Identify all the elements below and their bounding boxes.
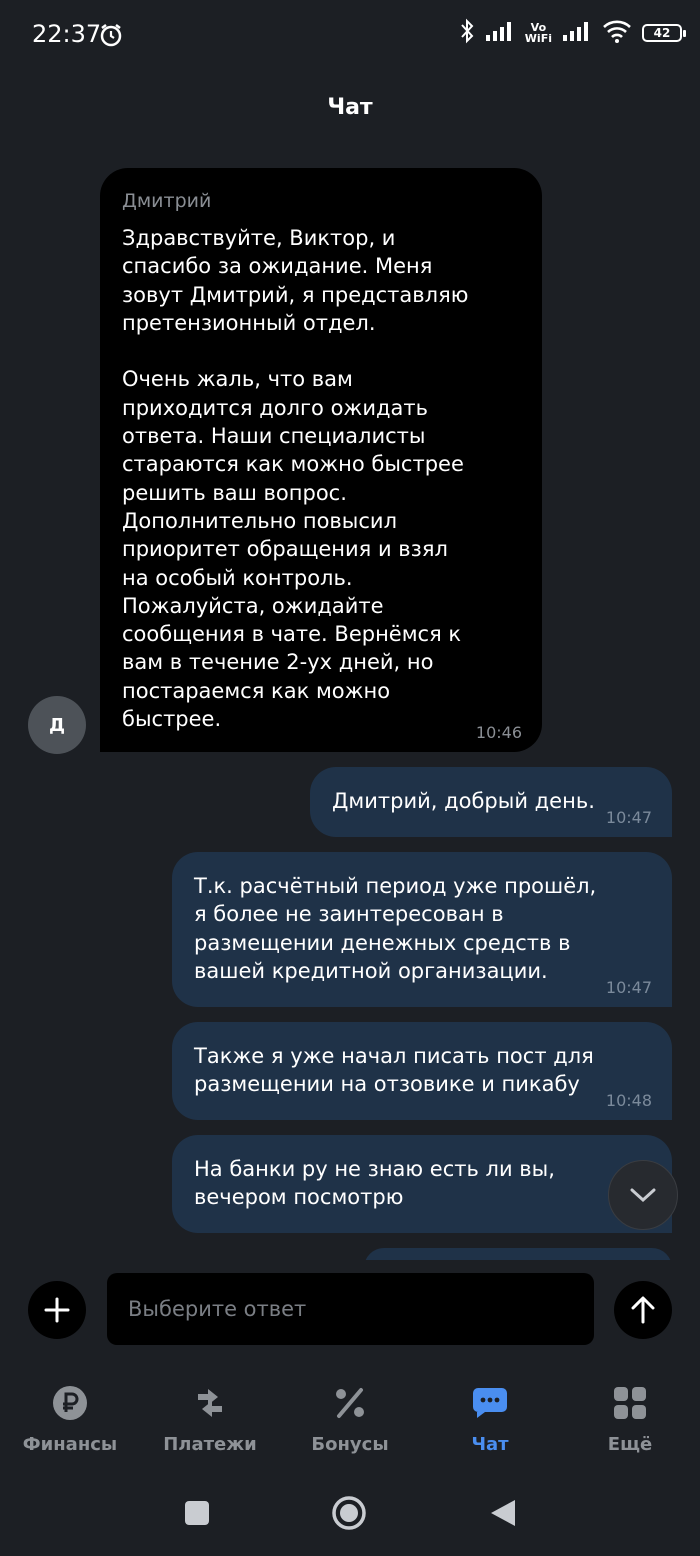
system-nav-bar <box>0 1480 700 1556</box>
battery-level: 42 <box>653 26 671 40</box>
message-text: Также я уже начал писать пост для размещ… <box>194 1044 594 1097</box>
plus-icon <box>44 1297 70 1323</box>
tab-bonuses[interactable]: Бонусы <box>280 1380 420 1470</box>
tab-label: Ещё <box>607 1434 653 1455</box>
scroll-down-button[interactable] <box>608 1160 678 1230</box>
signal-icon-2 <box>562 20 592 46</box>
chevron-down-icon <box>630 1188 656 1203</box>
avatar-letter: Д <box>48 714 66 736</box>
message-time: 10:48 <box>605 1091 652 1110</box>
tab-chat[interactable]: Чат <box>420 1380 560 1470</box>
send-button[interactable] <box>614 1281 672 1339</box>
arrow-up-icon <box>631 1296 655 1324</box>
bottom-tab-bar: Финансы Платежи Бонусы Чат Ещё <box>0 1380 700 1470</box>
tab-label: Чат <box>471 1434 509 1455</box>
outgoing-message: Также я уже начал писать пост для размещ… <box>172 1022 672 1120</box>
recents-button[interactable] <box>170 1480 224 1546</box>
vowifi-bottom: WiFi <box>524 32 552 45</box>
home-circle-icon <box>332 1496 366 1530</box>
message-text: На банки ру не знаю есть ли вы, вечером … <box>194 1157 555 1210</box>
avatar: Д <box>28 696 86 754</box>
square-icon <box>185 1501 209 1525</box>
home-button[interactable] <box>321 1480 377 1546</box>
message-text: Здравствуйте, Виктор, и спасибо за ожида… <box>122 226 469 732</box>
message-time: 10:47 <box>605 978 652 997</box>
outgoing-message: Т.к. расчётный период уже прошёл, я боле… <box>172 852 672 1007</box>
message-sender: Дмитрий <box>122 190 212 212</box>
message-text: Т.к. расчётный период уже прошёл, я боле… <box>194 874 597 983</box>
outgoing-message-partial <box>364 1248 672 1260</box>
battery-icon: 42 <box>642 24 686 42</box>
back-triangle-icon <box>491 1500 515 1526</box>
message-time: 10:47 <box>605 808 652 827</box>
tab-payments[interactable]: Платежи <box>140 1380 280 1470</box>
tab-label: Платежи <box>163 1434 257 1455</box>
page-title: Чат <box>327 95 373 120</box>
status-time: 22:37 <box>32 20 102 48</box>
message-text: Дмитрий, добрый день. <box>332 789 595 813</box>
outgoing-message: Дмитрий, добрый день. 10:47 <box>310 767 672 837</box>
wifi-icon <box>602 19 632 47</box>
grid-icon <box>613 1380 647 1426</box>
add-button[interactable] <box>28 1281 86 1339</box>
ruble-icon <box>52 1380 88 1426</box>
incoming-message: Дмитрий Здравствуйте, Виктор, и спасибо … <box>100 168 542 752</box>
message-composer <box>0 1262 700 1358</box>
tab-more[interactable]: Ещё <box>560 1380 700 1470</box>
tab-label: Финансы <box>22 1434 118 1455</box>
outgoing-message: На банки ру не знаю есть ли вы, вечером … <box>172 1135 672 1233</box>
status-bar: 22:37 Vo WiFi 42 <box>0 0 700 70</box>
percent-icon <box>333 1380 367 1426</box>
reply-input[interactable] <box>107 1273 594 1345</box>
bluetooth-icon <box>459 18 475 48</box>
signal-icon <box>485 20 515 46</box>
message-time: 10:46 <box>475 723 522 742</box>
tab-label: Бонусы <box>311 1434 389 1455</box>
vowifi-indicator: Vo WiFi <box>525 22 552 44</box>
tab-finances[interactable]: Финансы <box>0 1380 140 1470</box>
alarm-icon <box>98 22 124 52</box>
chat-icon <box>471 1380 509 1426</box>
transfer-icon <box>190 1380 230 1426</box>
back-button[interactable] <box>476 1480 530 1546</box>
chat-message-list[interactable]: Дмитрий Здравствуйте, Виктор, и спасибо … <box>0 150 700 1260</box>
